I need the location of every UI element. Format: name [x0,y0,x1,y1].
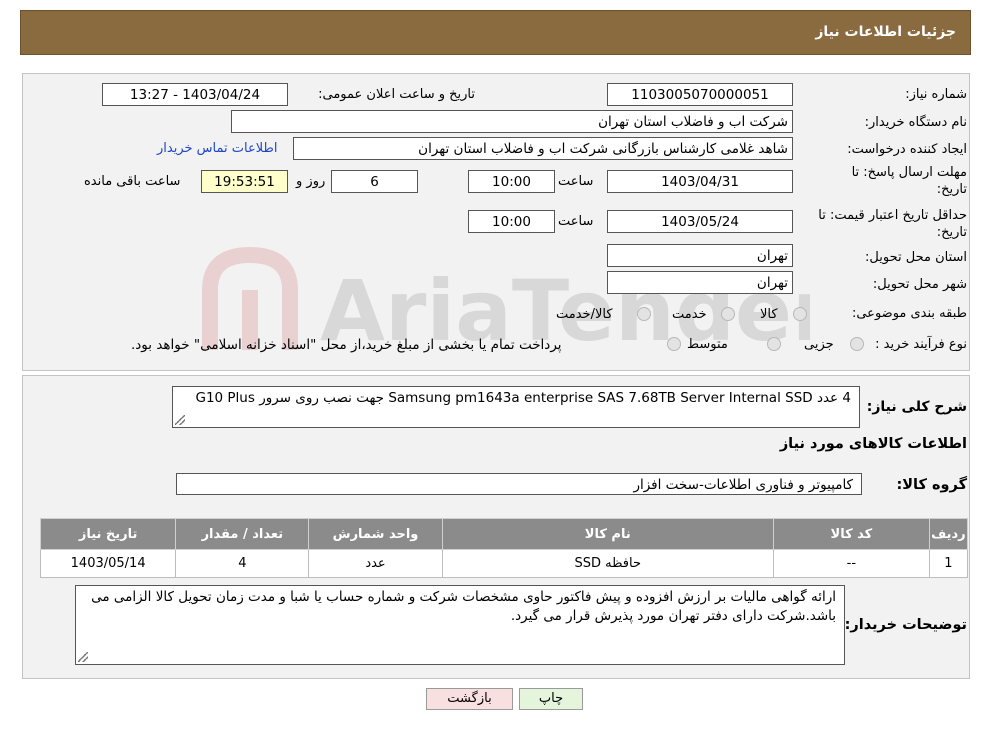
resize-handle[interactable] [78,652,88,662]
col-header-name: نام کالا [441,518,774,550]
summary-textarea[interactable]: 4 عدد Samsung pm1643a enterprise SAS 7.6… [172,386,860,428]
days-field[interactable]: 6 [331,170,418,193]
reply-deadline-label-2: تاریخ: [936,182,967,197]
process-note: پرداخت تمام یا بخشی از مبلغ خرید،از محل … [131,337,562,353]
reply-date-field[interactable]: 1403/04/31 [607,170,793,193]
items-table: ردیف کد کالا نام کالا واحد شمارش تعداد /… [39,518,969,578]
validity-label: حداقل تاریخ اعتبار قیمت: تا [818,208,967,223]
cell-unit: عدد [308,549,443,578]
treasury-payment-checkbox[interactable] [667,337,681,351]
table-header-row: ردیف کد کالا نام کالا واحد شمارش تعداد /… [39,518,969,550]
buyer-notes-text: ارائه گواهی مالیات بر ارزش افزوده و پیش … [91,589,836,624]
process-radio-minor[interactable] [850,337,864,351]
validity-time-label: ساعت [558,214,594,229]
page-title: جزئیات اطلاعات نیاز [815,24,956,40]
buyer-org-label: نام دستگاه خریدار: [864,115,967,130]
goods-group-field[interactable]: کامپیوتر و فناوری اطلاعات-سخت افزار [176,473,862,495]
buyer-org-field[interactable]: شرکت اب و فاضلاب استان تهران [231,110,793,133]
summary-text: 4 عدد Samsung pm1643a enterprise SAS 7.6… [195,390,851,406]
cell-date: 1403/05/14 [39,549,177,578]
category-option-goods: کالا [760,307,778,322]
back-button[interactable]: بازگشت [426,688,513,710]
table-row: 1 -- حافظه SSD عدد 4 1403/05/14 [39,549,969,578]
col-header-qty: تعداد / مقدار [175,518,310,550]
process-label: نوع فرآیند خرید : [875,337,967,352]
validity-date-field[interactable]: 1403/05/24 [607,210,793,233]
category-option-service: خدمت [672,307,707,322]
col-header-date: تاریخ نیاز [39,518,177,550]
need-number-field[interactable]: 1103005070000051 [607,83,793,106]
cell-code: -- [772,549,930,578]
requester-label: ایجاد کننده درخواست: [847,142,967,157]
need-number-label: شماره نیاز: [905,87,967,102]
city-field[interactable]: تهران [607,271,793,294]
contact-buyer-link[interactable]: اطلاعات تماس خریدار [157,141,277,156]
col-header-unit: واحد شمارش [308,518,443,550]
print-button[interactable]: چاپ [519,688,583,710]
validity-time-field[interactable]: 10:00 [468,210,555,233]
reply-time-label: ساعت [558,174,594,189]
buyer-notes-textarea[interactable]: ارائه گواهی مالیات بر ارزش افزوده و پیش … [75,585,845,665]
col-header-code: کد کالا [772,518,930,550]
requester-field[interactable]: شاهد غلامی کارشناس بازرگانی شرکت اب و فا… [293,137,793,160]
cell-row: 1 [928,549,969,578]
process-option-medium: متوسط [687,337,728,352]
category-radio-service[interactable] [721,307,735,321]
goods-group-label: گروه کالا: [896,477,967,493]
reply-time-field[interactable]: 10:00 [468,170,555,193]
category-label: طبقه بندی موضوعی: [851,306,967,321]
process-radio-medium[interactable] [767,337,781,351]
city-label: شهر محل تحویل: [872,277,967,292]
cell-qty: 4 [175,549,310,578]
category-radio-goods[interactable] [793,307,807,321]
goods-section-title: اطلاعات کالاهای مورد نیاز [779,436,967,452]
col-header-row: ردیف [928,518,969,550]
resize-handle[interactable] [175,415,185,425]
remaining-time-label: ساعت باقی مانده [84,174,181,189]
cell-name: حافظه SSD [441,549,774,578]
category-radio-goods-service[interactable] [637,307,651,321]
province-label: استان محل تحویل: [865,250,967,265]
days-label: روز و [296,174,326,189]
reply-deadline-label: مهلت ارسال پاسخ: تا [851,165,967,180]
buyer-notes-label: توضیحات خریدار: [844,617,967,633]
category-option-goods-service: کالا/خدمت [556,307,613,322]
remaining-time-field: 19:53:51 [201,170,288,193]
summary-label: شرح کلی نیاز: [866,399,967,415]
validity-label-2: تاریخ: [936,225,967,240]
process-option-minor: جزیی [804,337,834,352]
province-field[interactable]: تهران [607,244,793,267]
announce-datetime-field[interactable]: 1403/04/24 - 13:27 [102,83,288,106]
page-header: جزئیات اطلاعات نیاز [20,10,971,55]
announce-datetime-label: تاریخ و ساعت اعلان عمومی: [318,87,475,102]
